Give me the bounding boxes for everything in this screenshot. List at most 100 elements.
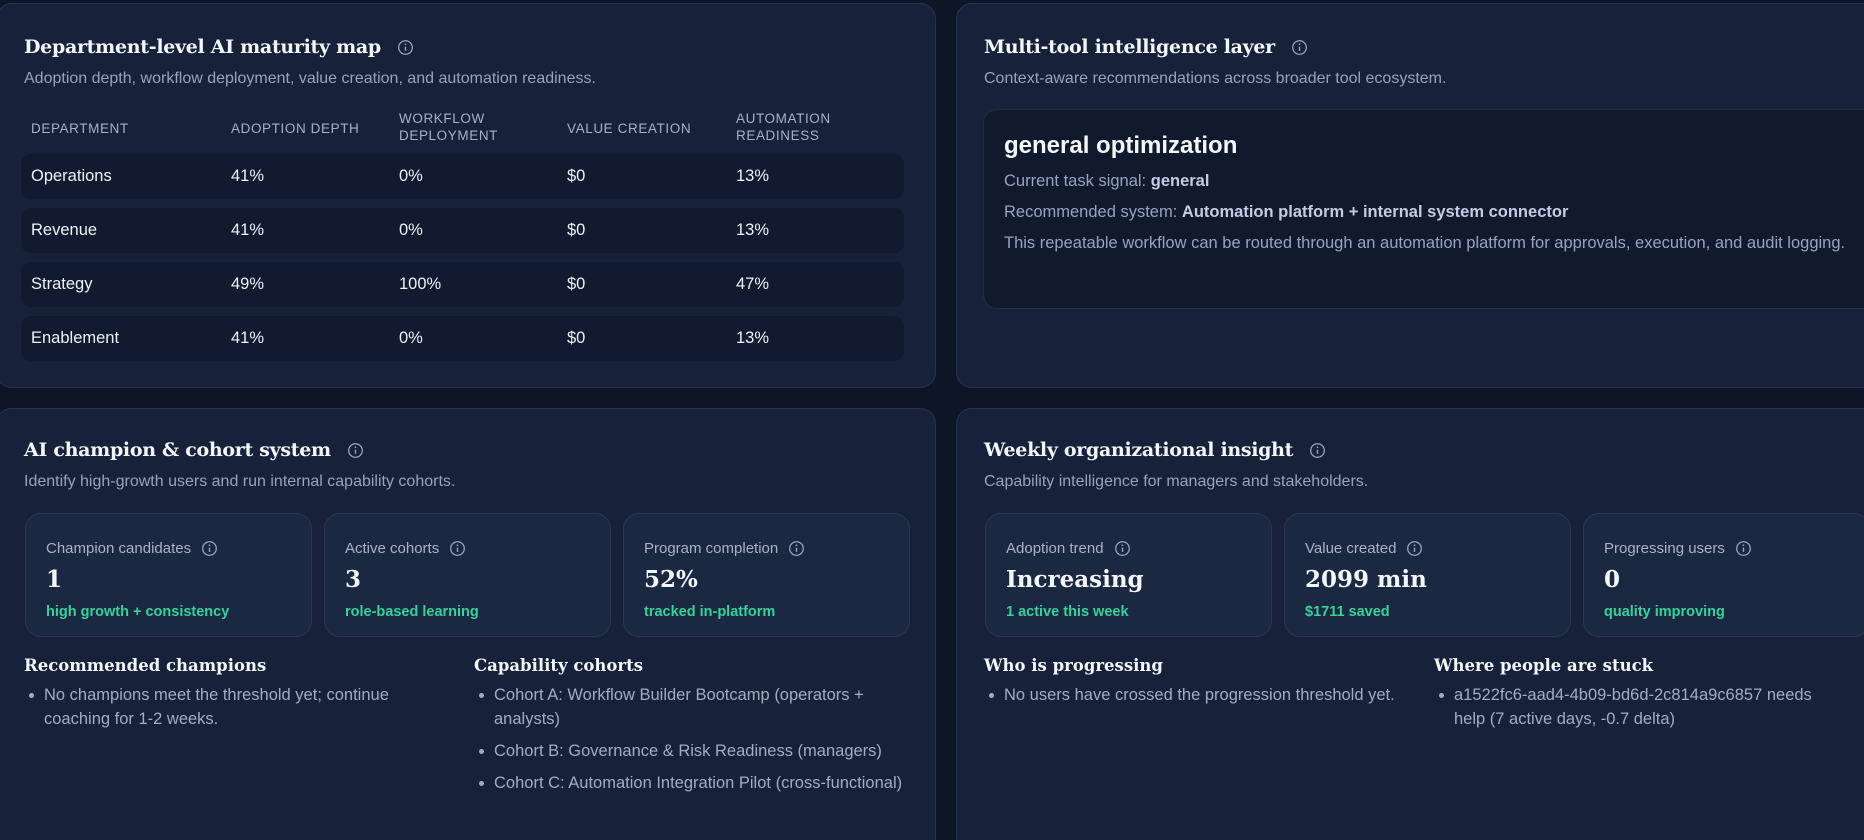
list-item: Cohort A: Workflow Builder Bootcamp (ope…	[474, 683, 914, 731]
cell-automation-readiness: 13%	[736, 329, 770, 347]
list-item: No champions meet the threshold yet; con…	[24, 683, 444, 731]
stat-label: Progressing users	[1604, 540, 1725, 557]
stat-label: Program completion	[644, 540, 779, 557]
info-icon[interactable]	[397, 39, 414, 56]
champion-cohort-panel: AI champion & cohort system Identify hig…	[0, 408, 936, 840]
table-row: Revenue 41% 0% $0 13%	[21, 208, 904, 253]
stat-label-row: Champion candidates	[46, 540, 218, 557]
stat-card-program-completion: Program completion 52% tracked in-platfo…	[623, 513, 910, 637]
cell-automation-readiness: 13%	[736, 221, 770, 239]
maturity-map-title: Department-level AI maturity map	[24, 36, 381, 58]
capability-cohorts-title: Capability cohorts	[474, 656, 644, 675]
info-icon[interactable]	[788, 540, 805, 557]
recommended-system-line: Recommended system: Automation platform …	[1004, 203, 1568, 222]
info-icon[interactable]	[1406, 540, 1423, 557]
table-row: Strategy 49% 100% $0 47%	[21, 262, 904, 307]
recommended-system-value: Automation platform + internal system co…	[1181, 203, 1569, 221]
recommended-system-label: Recommended system:	[1004, 203, 1178, 221]
champion-title-row: AI champion & cohort system	[24, 439, 364, 461]
weekly-title: Weekly organizational insight	[984, 439, 1294, 461]
cell-workflow-deployment: 0%	[399, 167, 423, 185]
stat-card-active-cohorts: Active cohorts 3 role-based learning	[324, 513, 611, 637]
column-header-automation-readiness: AUTOMATION READINESS	[736, 111, 831, 143]
stat-value: Increasing	[1006, 566, 1144, 593]
list-item: Cohort C: Automation Integration Pilot (…	[474, 771, 914, 795]
column-header-value-creation: VALUE CREATION	[567, 121, 692, 136]
capability-cohorts-list: Cohort A: Workflow Builder Bootcamp (ope…	[474, 683, 914, 803]
recommended-champions-title: Recommended champions	[24, 656, 267, 675]
stat-label-row: Progressing users	[1604, 540, 1752, 557]
cell-automation-readiness: 13%	[736, 167, 770, 185]
cell-department: Enablement	[31, 329, 120, 347]
stat-note: 1 active this week	[1006, 604, 1129, 620]
column-header-adoption-depth: ADOPTION DEPTH	[231, 121, 360, 136]
stat-card-adoption-trend: Adoption trend Increasing 1 active this …	[985, 513, 1272, 637]
column-header-department: DEPARTMENT	[31, 121, 129, 136]
stat-label-row: Active cohorts	[345, 540, 466, 557]
stat-value: 1	[46, 566, 63, 593]
recommendation-title: general optimization	[1004, 132, 1238, 159]
stat-note: $1711 saved	[1305, 604, 1390, 620]
cell-adoption-depth: 41%	[231, 167, 265, 185]
stat-card-value-created: Value created 2099 min $1711 saved	[1284, 513, 1571, 637]
info-icon[interactable]	[1735, 540, 1752, 557]
champion-subtitle: Identify high-growth users and run inter…	[24, 473, 456, 490]
who-is-progressing-list: No users have crossed the progression th…	[984, 683, 1424, 715]
who-is-progressing-title: Who is progressing	[984, 656, 1163, 675]
multi-tool-panel: Multi-tool intelligence layer Context-aw…	[956, 3, 1864, 388]
stat-note: tracked in-platform	[644, 604, 776, 620]
cell-adoption-depth: 49%	[231, 275, 265, 293]
stat-value: 3	[345, 566, 362, 593]
stat-card-champion-candidates: Champion candidates 1 high growth + cons…	[25, 513, 312, 637]
stat-value: 0	[1604, 566, 1621, 593]
stat-label-row: Program completion	[644, 540, 805, 557]
cell-automation-readiness: 47%	[736, 275, 770, 293]
list-item: No users have crossed the progression th…	[984, 683, 1424, 707]
stat-label: Champion candidates	[46, 540, 192, 557]
stat-label: Value created	[1305, 540, 1397, 557]
weekly-title-row: Weekly organizational insight	[984, 439, 1326, 461]
maturity-map-subtitle: Adoption depth, workflow deployment, val…	[24, 70, 596, 87]
table-row: Enablement 41% 0% $0 13%	[21, 316, 904, 361]
table-row: Operations 41% 0% $0 13%	[21, 154, 904, 199]
stat-note: role-based learning	[345, 604, 479, 620]
info-icon[interactable]	[1309, 442, 1326, 459]
recommended-champions-list: No champions meet the threshold yet; con…	[24, 683, 444, 739]
cell-department: Strategy	[31, 275, 93, 293]
cell-department: Operations	[31, 167, 112, 185]
stat-label: Active cohorts	[345, 540, 440, 557]
cell-workflow-deployment: 100%	[399, 275, 442, 293]
info-icon[interactable]	[347, 442, 364, 459]
info-icon[interactable]	[1291, 39, 1308, 56]
cell-adoption-depth: 41%	[231, 329, 265, 347]
table-header: DEPARTMENT ADOPTION DEPTH WORKFLOW DEPLO…	[21, 110, 901, 146]
maturity-map-title-row: Department-level AI maturity map	[24, 36, 414, 58]
task-signal-value: general	[1150, 172, 1210, 190]
info-icon[interactable]	[449, 540, 466, 557]
where-stuck-list: a1522fc6-aad4-4b09-bd6d-2c814a9c6857 nee…	[1434, 683, 1844, 739]
column-header-workflow-deployment: WORKFLOW DEPLOYMENT	[399, 111, 499, 143]
cell-value-creation: $0	[567, 275, 586, 293]
stat-label-row: Adoption trend	[1006, 540, 1131, 557]
recommendation-description: This repeatable workflow can be routed t…	[1004, 234, 1846, 252]
task-signal-line: Current task signal: general	[1004, 172, 1209, 191]
stat-label-row: Value created	[1305, 540, 1423, 557]
maturity-map-panel: Department-level AI maturity map Adoptio…	[0, 3, 936, 388]
weekly-insight-panel: Weekly organizational insight Capability…	[956, 408, 1864, 840]
stat-card-progressing-users: Progressing users 0 quality improving	[1583, 513, 1864, 637]
list-item: a1522fc6-aad4-4b09-bd6d-2c814a9c6857 nee…	[1434, 683, 1844, 731]
cell-value-creation: $0	[567, 329, 586, 347]
multi-tool-subtitle: Context-aware recommendations across bro…	[984, 70, 1447, 87]
stat-value: 2099 min	[1305, 566, 1427, 593]
stat-note: quality improving	[1604, 604, 1725, 620]
cell-adoption-depth: 41%	[231, 221, 265, 239]
cell-workflow-deployment: 0%	[399, 221, 423, 239]
cell-value-creation: $0	[567, 167, 586, 185]
stat-note: high growth + consistency	[46, 604, 230, 620]
list-item: Cohort B: Governance & Risk Readiness (m…	[474, 739, 914, 763]
champion-title: AI champion & cohort system	[24, 439, 331, 461]
info-icon[interactable]	[1114, 540, 1131, 557]
info-icon[interactable]	[201, 540, 218, 557]
stat-label: Adoption trend	[1006, 540, 1104, 557]
stat-value: 52%	[644, 566, 698, 593]
